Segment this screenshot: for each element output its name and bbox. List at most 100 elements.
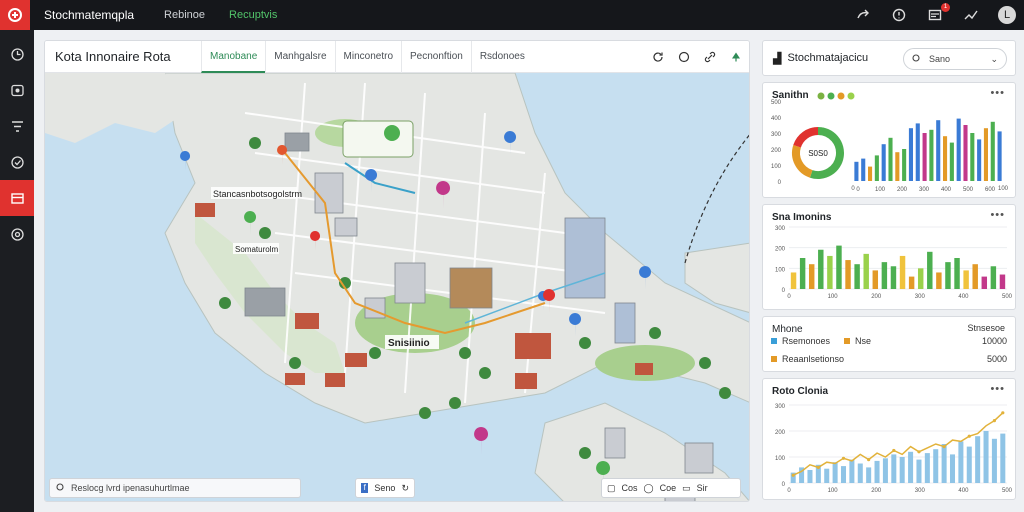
bar bbox=[936, 272, 942, 289]
bar bbox=[895, 152, 900, 181]
y-tick-label: 100 bbox=[775, 267, 786, 273]
map-search-input[interactable]: Reslocg lvrd ipenasuhurtlmae bbox=[49, 478, 301, 498]
line-point bbox=[917, 450, 921, 454]
sidebar-item-settings[interactable] bbox=[0, 216, 34, 252]
bar bbox=[999, 274, 1006, 289]
legend-dot bbox=[827, 92, 835, 100]
map-layer-control[interactable]: f Seno ↻ bbox=[355, 478, 415, 498]
share-icon[interactable] bbox=[854, 6, 872, 24]
bar bbox=[981, 276, 988, 289]
chat-icon[interactable] bbox=[677, 50, 691, 64]
kpi-row-2: Reaanlsetionso 5000 bbox=[771, 351, 1009, 367]
x-tick-label: 500 bbox=[963, 187, 974, 193]
bar bbox=[945, 262, 951, 289]
more-icon[interactable]: ••• bbox=[990, 87, 1005, 99]
line-point bbox=[1001, 411, 1005, 415]
pulse-icon[interactable] bbox=[962, 6, 980, 24]
bar bbox=[799, 258, 806, 289]
x-tick-label: 100 bbox=[875, 187, 886, 193]
nav-link-1[interactable]: Rebinoe bbox=[164, 9, 205, 21]
sidebar-item-filter[interactable] bbox=[0, 108, 34, 144]
x-tick-label: 500 bbox=[1002, 294, 1013, 300]
map-view-controls[interactable]: ▢ Cos ◯ Coe ▭ Sir bbox=[601, 478, 741, 498]
tab-1[interactable]: Manobane bbox=[201, 41, 266, 73]
bar bbox=[908, 451, 914, 483]
line-point bbox=[942, 445, 946, 449]
filter-icon bbox=[11, 120, 23, 132]
bar bbox=[983, 128, 988, 181]
more-icon-2[interactable]: ••• bbox=[990, 209, 1005, 221]
map-card: Kota Innonaire Rota Manobane Manhgalsre … bbox=[44, 40, 750, 502]
search-icon bbox=[56, 482, 65, 494]
x-tick-label: 300 bbox=[915, 294, 926, 300]
refresh-small-icon: ↻ bbox=[401, 482, 409, 493]
app-logo[interactable] bbox=[0, 0, 30, 30]
x-tick-label: 0 bbox=[787, 294, 791, 300]
bar bbox=[866, 467, 872, 483]
bar bbox=[915, 123, 920, 181]
line-point bbox=[816, 465, 820, 469]
bar bbox=[845, 260, 851, 289]
ctl-label-2[interactable]: Coe bbox=[660, 483, 677, 493]
tab-2[interactable]: Manhgalsre bbox=[265, 41, 334, 73]
kpi-row-1-label: Rsemonoes bbox=[782, 336, 831, 346]
bar bbox=[807, 470, 813, 483]
bar bbox=[854, 161, 859, 181]
select-value: Sano bbox=[929, 54, 951, 64]
donut-label: S0S0 bbox=[808, 149, 828, 158]
refresh-icon[interactable] bbox=[651, 50, 665, 64]
bar bbox=[975, 436, 981, 483]
y-tick-label: 0 bbox=[778, 180, 782, 186]
period-select[interactable]: Sano ⌄ bbox=[903, 48, 1007, 70]
line-point bbox=[967, 434, 971, 438]
tree-icon[interactable] bbox=[729, 50, 743, 64]
bar bbox=[954, 258, 960, 289]
bar bbox=[808, 264, 815, 289]
search-text: Reslocg lvrd ipenasuhurtlmae bbox=[71, 483, 190, 493]
kpi-row-2-value: 5000 bbox=[986, 354, 1007, 364]
ctl-label-1[interactable]: Cos bbox=[622, 483, 638, 493]
tab-4[interactable]: Pecnonftion bbox=[401, 41, 471, 73]
kpi-row-1-value: 10000 bbox=[981, 336, 1007, 346]
sidebar-item-check[interactable] bbox=[0, 144, 34, 180]
y-tick-label: 0 bbox=[782, 482, 786, 488]
legend-swatch-orange bbox=[844, 338, 851, 344]
layer-label: Seno bbox=[374, 483, 396, 493]
sidebar-item-layers[interactable] bbox=[0, 180, 34, 216]
sidebar-item-clock[interactable] bbox=[0, 36, 34, 72]
ctl-label-3[interactable]: Sir bbox=[697, 483, 708, 493]
alert-icon[interactable] bbox=[890, 6, 908, 24]
bar bbox=[882, 458, 888, 483]
bar bbox=[899, 255, 906, 289]
y-tick-label: 300 bbox=[775, 226, 786, 232]
link-icon[interactable] bbox=[703, 50, 717, 64]
facebook-icon: f bbox=[361, 483, 369, 493]
line-point bbox=[992, 419, 997, 423]
nav-link-2[interactable]: Recuptvis bbox=[229, 9, 277, 21]
inbox-icon[interactable]: 1 bbox=[926, 3, 950, 24]
tab-3[interactable]: Minconetro bbox=[334, 41, 401, 73]
bar bbox=[908, 128, 913, 181]
check-circle-icon bbox=[10, 155, 24, 169]
legend-swatch-blue bbox=[771, 338, 777, 344]
bar bbox=[827, 255, 833, 289]
bar bbox=[881, 262, 888, 289]
bar bbox=[933, 449, 939, 483]
right-panel: ▟ Stochmatajacicu Sano ⌄ S0S0 0 100 200 300 4… bbox=[762, 40, 1016, 504]
bar bbox=[836, 245, 842, 289]
map-view[interactable]: Stancasnbotsogolstrm Somaturolm Snisiini… bbox=[45, 73, 750, 502]
kpi-panel: Mhone Stnsesoe Rsemonoes Nse 10000 Reaan… bbox=[762, 316, 1016, 372]
map-header: Kota Innonaire Rota Manobane Manhgalsre … bbox=[45, 41, 749, 73]
y-tick-label: 200 bbox=[775, 430, 786, 436]
chart-3-title: Roto Clonia bbox=[772, 386, 829, 397]
x-tick-label: 100 bbox=[828, 488, 839, 494]
avatar[interactable]: L bbox=[998, 6, 1016, 24]
sidebar bbox=[0, 30, 34, 512]
right-panel-title: Stochmatajacicu bbox=[787, 52, 869, 64]
clock-icon bbox=[10, 47, 24, 61]
tab-5[interactable]: Rsdonoes bbox=[470, 41, 533, 73]
more-icon-3[interactable]: ••• bbox=[990, 383, 1005, 395]
map-pin-icon bbox=[10, 84, 24, 96]
sidebar-item-map[interactable] bbox=[0, 72, 34, 108]
kpi-right-label: Stnsesoe bbox=[967, 323, 1005, 333]
